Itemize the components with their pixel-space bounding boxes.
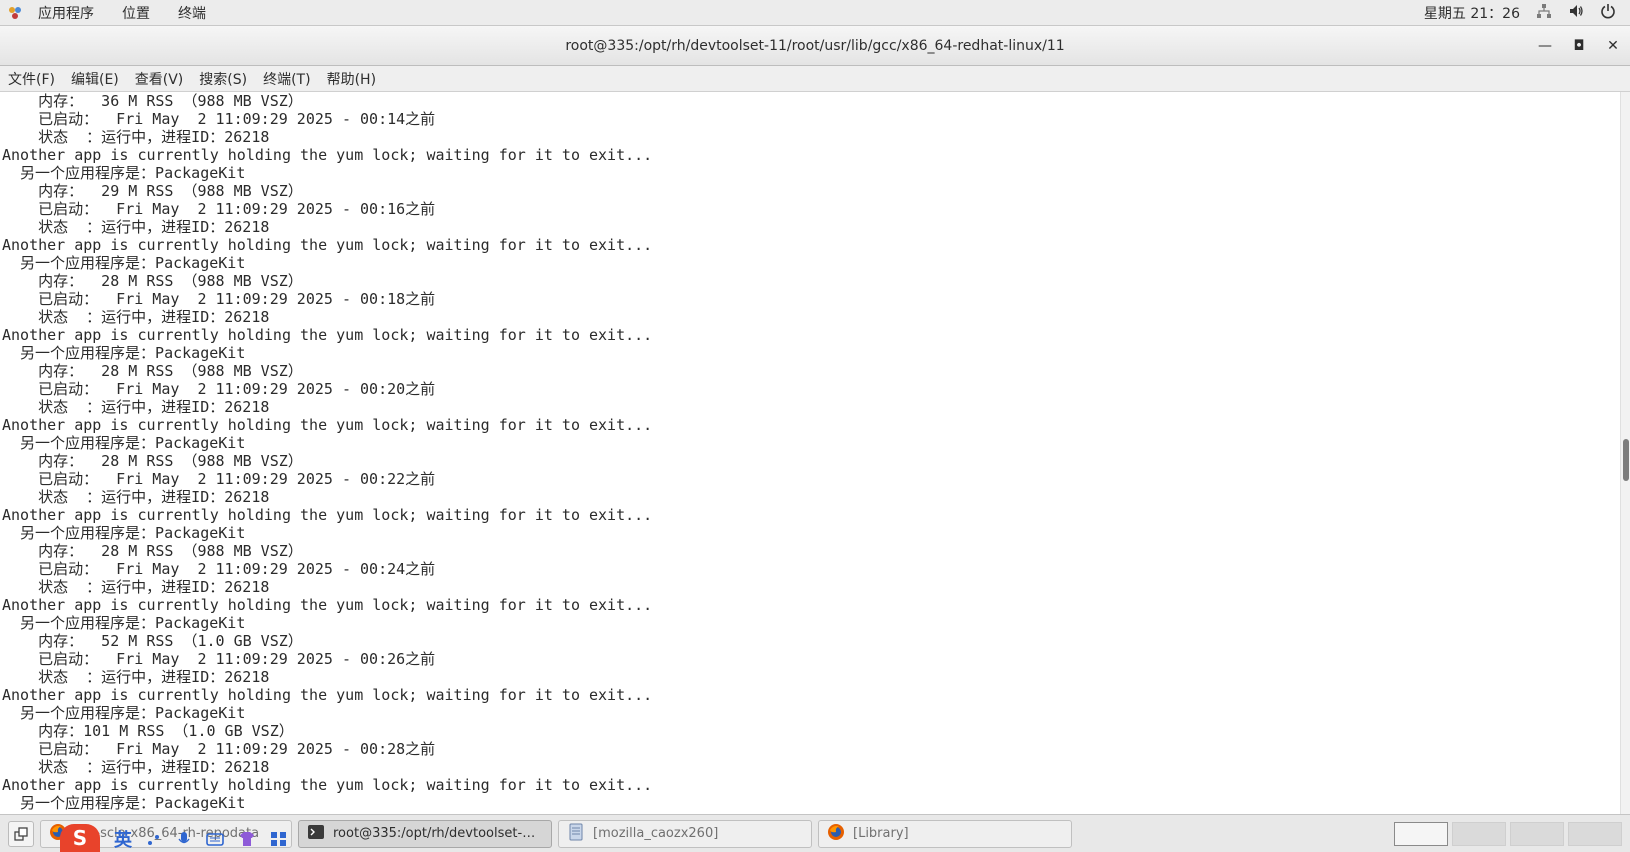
terminal-line: 内存： 28 M RSS （988 MB VSZ） xyxy=(2,542,303,560)
ime-language-toggle[interactable]: 英 xyxy=(114,826,132,852)
terminal-line: 内存： 52 M RSS （1.0 GB VSZ） xyxy=(2,632,303,650)
places-menu[interactable]: 位置 xyxy=(108,3,164,23)
menu-search[interactable]: 搜索(S) xyxy=(191,69,255,89)
terminal-icon xyxy=(307,823,325,845)
terminal-line: 状态 ：运行中，进程ID：26218 xyxy=(2,398,270,416)
file-manager-icon xyxy=(567,823,585,845)
clock[interactable]: 星期五 21：26 xyxy=(1424,3,1520,23)
terminal-line: 已启动： Fri May 2 11:09:29 2025 - 00:20之前 xyxy=(2,380,436,398)
close-button[interactable]: ✕ xyxy=(1596,26,1630,66)
terminal-line: 状态 ：运行中，进程ID：26218 xyxy=(2,668,270,686)
workspace-4[interactable] xyxy=(1568,821,1622,846)
firefox-icon xyxy=(827,823,845,845)
toolbox-icon[interactable] xyxy=(270,831,288,852)
terminal-line: 内存： 28 M RSS （988 MB VSZ） xyxy=(2,272,303,290)
terminal-line: 另一个应用程序是：PackageKit xyxy=(2,614,246,632)
ime-toolbar[interactable]: S 英 xyxy=(60,824,288,852)
terminal-line: 已启动： Fri May 2 11:09:29 2025 - 00:24之前 xyxy=(2,560,436,578)
power-icon[interactable] xyxy=(1600,3,1616,23)
window-title: root@335:/opt/rh/devtoolset-11/root/usr/… xyxy=(565,37,1065,54)
terminal-line: 状态 ：运行中，进程ID：26218 xyxy=(2,578,270,596)
terminal-line: 另一个应用程序是：PackageKit xyxy=(2,164,246,182)
terminal-line: Another app is currently holding the yum… xyxy=(2,146,653,164)
task-firefox-library[interactable]: [Library] xyxy=(818,819,1072,848)
terminal-line: 内存： 28 M RSS （988 MB VSZ） xyxy=(2,452,303,470)
terminal-line: 另一个应用程序是：PackageKit xyxy=(2,524,246,542)
terminal-line: 内存： 28 M RSS （988 MB VSZ） xyxy=(2,362,303,380)
minimize-button[interactable]: — xyxy=(1528,26,1562,66)
volume-icon[interactable] xyxy=(1568,3,1584,23)
task-label: [mozilla_caozx260] xyxy=(593,826,719,841)
terminal-line: Another app is currently holding the yum… xyxy=(2,776,653,794)
ime-punctuation-icon[interactable] xyxy=(146,831,162,852)
terminal-line: 内存： 36 M RSS （988 MB VSZ） xyxy=(2,92,303,110)
network-icon[interactable] xyxy=(1536,3,1552,23)
terminal-line: Another app is currently holding the yum… xyxy=(2,236,653,254)
workspace-1[interactable] xyxy=(1394,821,1448,846)
task-terminal[interactable]: root@335:/opt/rh/devtoolset-11/r... xyxy=(298,819,552,848)
terminal-line: 状态 ：运行中，进程ID：26218 xyxy=(2,218,270,236)
terminal-line: Another app is currently holding the yum… xyxy=(2,596,653,614)
task-label: root@335:/opt/rh/devtoolset-11/r... xyxy=(333,826,543,841)
terminal-line: 已启动： Fri May 2 11:09:29 2025 - 00:18之前 xyxy=(2,290,436,308)
menu-view[interactable]: 查看(V) xyxy=(127,69,192,89)
terminal-menubar: 文件(F) 编辑(E) 查看(V) 搜索(S) 终端(T) 帮助(H) xyxy=(0,66,1630,92)
keyboard-icon[interactable] xyxy=(206,831,224,852)
terminal-line: Another app is currently holding the yum… xyxy=(2,686,653,704)
applications-icon[interactable] xyxy=(8,6,22,20)
terminal-line: 内存：101 M RSS （1.0 GB VSZ） xyxy=(2,722,294,740)
terminal-line: 另一个应用程序是：PackageKit xyxy=(2,254,246,272)
terminal-line: 状态 ：运行中，进程ID：26218 xyxy=(2,758,270,776)
terminal-scrollbar[interactable] xyxy=(1620,92,1630,814)
terminal-line: 另一个应用程序是：PackageKit xyxy=(2,434,246,452)
menu-terminal[interactable]: 终端(T) xyxy=(255,69,318,89)
terminal-line: 已启动： Fri May 2 11:09:29 2025 - 00:16之前 xyxy=(2,200,436,218)
terminal-line: 另一个应用程序是：PackageKit xyxy=(2,794,246,812)
top-panel: 应用程序 位置 终端 星期五 21：26 xyxy=(0,0,1630,26)
terminal-line: 另一个应用程序是：PackageKit xyxy=(2,344,246,362)
terminal-line: 已启动： Fri May 2 11:09:29 2025 - 00:28之前 xyxy=(2,740,436,758)
terminal-line: 已启动： Fri May 2 11:09:29 2025 - 00:22之前 xyxy=(2,470,436,488)
applications-menu[interactable]: 应用程序 xyxy=(24,3,108,23)
show-desktop-button[interactable] xyxy=(8,820,34,847)
task-label: [Library] xyxy=(853,826,909,841)
terminal-output[interactable]: 内存： 36 M RSS （988 MB VSZ） 已启动： Fri May 2… xyxy=(0,92,1620,814)
menu-edit[interactable]: 编辑(E) xyxy=(63,69,127,89)
terminal-line: 内存： 29 M RSS （988 MB VSZ） xyxy=(2,182,303,200)
skin-icon[interactable] xyxy=(238,831,256,852)
terminal-line: Another app is currently holding the yum… xyxy=(2,326,653,344)
task-file-manager[interactable]: [mozilla_caozx260] xyxy=(558,819,812,848)
maximize-button[interactable]: ◘ xyxy=(1562,26,1596,66)
terminal-line: 状态 ：运行中，进程ID：26218 xyxy=(2,308,270,326)
terminal-line: 状态 ：运行中，进程ID：26218 xyxy=(2,488,270,506)
microphone-icon[interactable] xyxy=(176,831,192,852)
terminal-line: 已启动： Fri May 2 11:09:29 2025 - 00:14之前 xyxy=(2,110,436,128)
workspace-3[interactable] xyxy=(1510,821,1564,846)
terminal-menu[interactable]: 终端 xyxy=(164,3,220,23)
workspace-2[interactable] xyxy=(1452,821,1506,846)
scrollbar-thumb[interactable] xyxy=(1623,439,1629,481)
workspace-switcher xyxy=(1394,821,1630,846)
terminal-line: 已启动： Fri May 2 11:09:29 2025 - 00:26之前 xyxy=(2,650,436,668)
terminal-line: 状态 ：运行中，进程ID：26218 xyxy=(2,128,270,146)
terminal-line: Another app is currently holding the yum… xyxy=(2,416,653,434)
menu-help[interactable]: 帮助(H) xyxy=(319,69,384,89)
terminal-line: Another app is currently holding the yum… xyxy=(2,506,653,524)
sogou-ime-icon[interactable]: S xyxy=(60,824,100,852)
terminal-line: 另一个应用程序是：PackageKit xyxy=(2,704,246,722)
menu-file[interactable]: 文件(F) xyxy=(0,69,63,89)
window-titlebar[interactable]: root@335:/opt/rh/devtoolset-11/root/usr/… xyxy=(0,26,1630,66)
